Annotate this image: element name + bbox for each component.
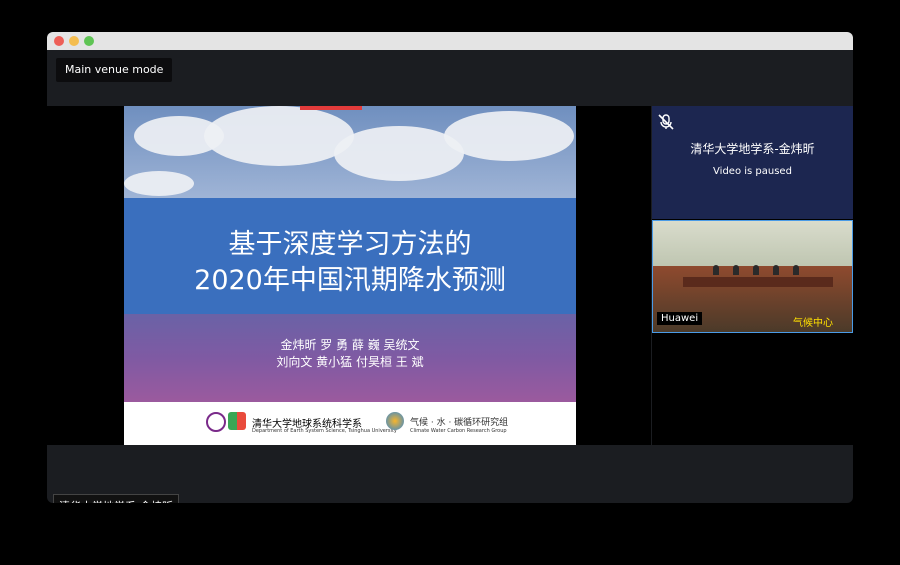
footer-right-subtext: Climate Water Carbon Research Group — [410, 428, 507, 434]
footer-left-subtext: Department of Earth System Science, Tsin… — [252, 428, 397, 434]
conference-table — [683, 277, 833, 287]
participant-name: Huawei — [657, 312, 703, 325]
slide-authors-line1: 金炜昕 罗 勇 薛 巍 吴统文 — [280, 338, 420, 352]
video-overlay-text: 气候中心 — [793, 318, 833, 329]
slide-title-line1: 基于深度学习方法的 — [228, 229, 472, 260]
tsinghua-seal-icon — [206, 412, 226, 432]
ess-logo-icon — [228, 412, 246, 430]
person-shape — [733, 265, 739, 275]
participant-tile-active[interactable]: Huawei 气候中心 — [652, 220, 853, 333]
main-venue-mode-button[interactable]: Main venue mode — [56, 58, 173, 82]
slide-authors-line2: 刘向文 黄小猛 付昊桓 王 斌 — [276, 355, 424, 369]
person-shape — [773, 265, 779, 275]
person-shape — [753, 265, 759, 275]
participant-tile[interactable]: 清华大学地学系-金炜昕 Video is paused — [652, 106, 853, 219]
shared-slide: 基于深度学习方法的 2020年中国汛期降水预测 金炜昕 罗 勇 薛 巍 吴统文 … — [124, 106, 576, 445]
cloud-shape — [444, 111, 574, 161]
person-shape — [713, 265, 719, 275]
participant-sidebar: 清华大学地学系-金炜昕 Video is paused Huawei 气候中心 — [652, 106, 853, 445]
footer-right-text: 气候 · 水 · 碳循环研究组 — [410, 418, 509, 428]
cloud-shape — [204, 106, 354, 166]
cloud-shape — [124, 171, 194, 196]
minimize-window-button[interactable] — [69, 36, 79, 46]
main-speaker-name: 清华大学地学系-金炜昕 — [53, 494, 179, 503]
cwc-logo-icon — [386, 412, 404, 430]
maximize-window-button[interactable] — [84, 36, 94, 46]
room-video-wall — [653, 221, 852, 266]
title-bar — [47, 32, 853, 50]
main-video-stage: 基于深度学习方法的 2020年中国汛期降水预测 金炜昕 罗 勇 薛 巍 吴统文 … — [47, 106, 651, 503]
person-shape — [793, 265, 799, 275]
meeting-window: Main venue mode 基于深度学习方法的 2020年中国汛期降水预测 … — [47, 32, 853, 503]
slide-red-tab — [300, 106, 362, 110]
video-status: Video is paused — [713, 166, 792, 177]
participant-name: 清华大学地学系-金炜昕 — [690, 142, 815, 156]
slide-title-line2: 2020年中国汛期降水预测 — [194, 265, 506, 296]
mic-muted-icon — [658, 114, 674, 130]
close-window-button[interactable] — [54, 36, 64, 46]
